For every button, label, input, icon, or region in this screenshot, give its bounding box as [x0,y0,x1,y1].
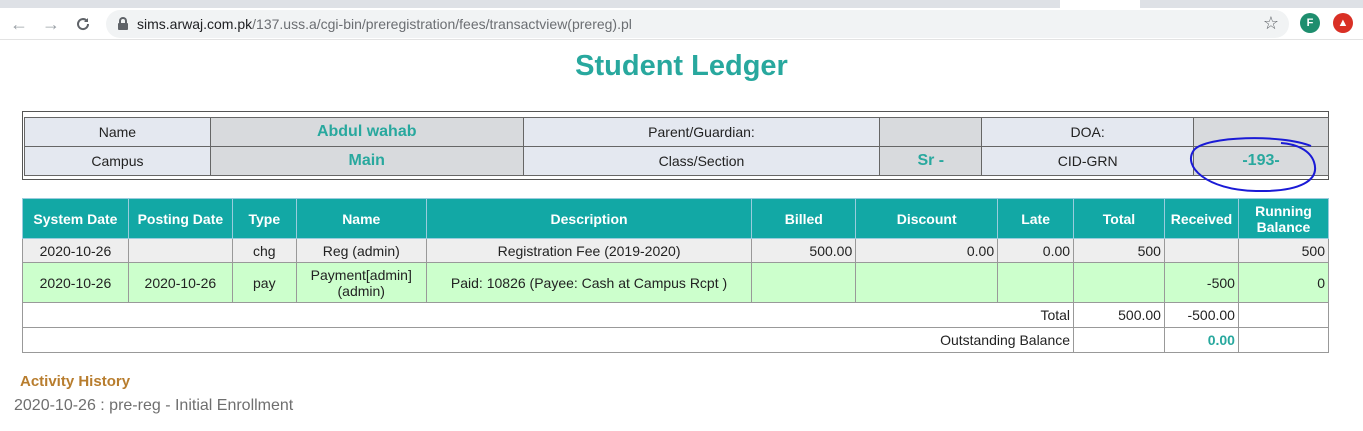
back-arrow-icon[interactable]: ← [8,13,30,35]
class-value: Sr - [879,146,983,176]
ledger-row-charge: 2020-10-26 chg Reg (admin) Registration … [22,238,1330,263]
student-info-table: Name Abdul wahab Parent/Guardian: DOA: C… [24,117,1329,176]
row-system-date: 2020-10-26 [22,238,129,263]
header-description: Description [425,198,753,239]
row-system-date: 2020-10-26 [22,262,129,303]
row-discount: 0.00 [855,238,999,263]
header-late: Late [997,198,1075,239]
row-late [997,262,1075,303]
row-name: Payment[admin] (admin) [295,262,427,303]
parent-label: Parent/Guardian: [522,117,881,147]
header-discount: Discount [855,198,999,239]
total-received: -500.00 [1163,302,1239,328]
url-path: /137.uss.a/cgi-bin/preregistration/fees/… [252,16,632,32]
page-title: Student Ledger [575,50,788,82]
outstanding-running-empty [1237,327,1330,353]
row-running-balance: 500 [1237,238,1330,263]
class-label: Class/Section [522,146,881,176]
name-value: Abdul wahab [209,117,524,147]
header-type: Type [231,198,297,239]
row-posting-date [127,238,233,263]
row-name: Reg (admin) [295,238,427,263]
doa-value [1193,117,1329,147]
row-billed: 500.00 [751,238,857,263]
parent-value [879,117,983,147]
profile-avatar[interactable]: F [1300,13,1320,33]
cid-label: CID-GRN [981,146,1195,176]
ledger-header-row: System Date Posting Date Type Name Descr… [22,198,1330,239]
header-running-balance: Running Balance [1237,198,1330,239]
row-description: Registration Fee (2019-2020) [425,238,753,263]
row-total: 500 [1073,238,1165,263]
url-text[interactable]: sims.arwaj.com.pk/137.uss.a/cgi-bin/prer… [137,16,632,32]
reload-glyph [77,18,90,31]
browser-toolbar: ← → sims.arwaj.com.pk/137.uss.a/cgi-bin/… [0,8,1363,40]
row-type: pay [231,262,297,303]
doa-label: DOA: [981,117,1195,147]
row-type: chg [231,238,297,263]
ledger-table: System Date Posting Date Type Name Descr… [21,198,1330,353]
active-tab[interactable] [1060,0,1140,8]
header-posting-date: Posting Date [127,198,233,239]
ledger-row-payment: 2020-10-26 2020-10-26 pay Payment[admin]… [22,262,1330,303]
row-received: -500 [1163,262,1239,303]
header-total: Total [1073,198,1165,239]
total-running-empty [1237,302,1330,328]
info-row-2: Campus Main Class/Section Sr - CID-GRN -… [24,146,1329,176]
header-received: Received [1163,198,1239,239]
row-late: 0.00 [997,238,1075,263]
star-icon[interactable]: ☆ [1263,13,1279,34]
activity-history-title: Activity History [20,373,131,390]
outstanding-empty [1073,327,1165,353]
activity-history-item: 2020-10-26 : pre-reg - Initial Enrollmen… [14,397,294,414]
row-posting-date: 2020-10-26 [127,262,233,303]
row-total [1073,262,1165,303]
info-row-1: Name Abdul wahab Parent/Guardian: DOA: [24,117,1329,147]
header-system-date: System Date [22,198,129,239]
outstanding-label: Outstanding Balance [21,327,1075,353]
forward-arrow-icon[interactable]: → [40,13,62,35]
ledger-outstanding-row: Outstanding Balance 0.00 [21,327,1330,353]
lock-icon[interactable] [118,17,128,30]
address-bar[interactable]: sims.arwaj.com.pk/137.uss.a/cgi-bin/prer… [106,10,1289,38]
extension-icon[interactable]: ▲ [1333,13,1353,33]
reload-icon[interactable] [72,13,94,35]
student-info-box: Name Abdul wahab Parent/Guardian: DOA: C… [22,111,1329,180]
url-host: sims.arwaj.com.pk [137,16,253,32]
name-label: Name [24,117,211,147]
row-received [1163,238,1239,263]
tab-strip [0,0,1363,8]
outstanding-value: 0.00 [1163,327,1239,353]
ledger-total-row: Total 500.00 -500.00 [21,302,1330,328]
header-billed: Billed [751,198,857,239]
campus-label: Campus [24,146,211,176]
cid-value: -193- [1193,146,1329,176]
row-description: Paid: 10826 (Payee: Cash at Campus Rcpt … [425,262,753,303]
row-discount [855,262,999,303]
campus-value: Main [209,146,524,176]
row-billed [751,262,857,303]
header-name: Name [295,198,427,239]
total-amount: 500.00 [1073,302,1165,328]
total-label: Total [21,302,1075,328]
row-running-balance: 0 [1237,262,1330,303]
